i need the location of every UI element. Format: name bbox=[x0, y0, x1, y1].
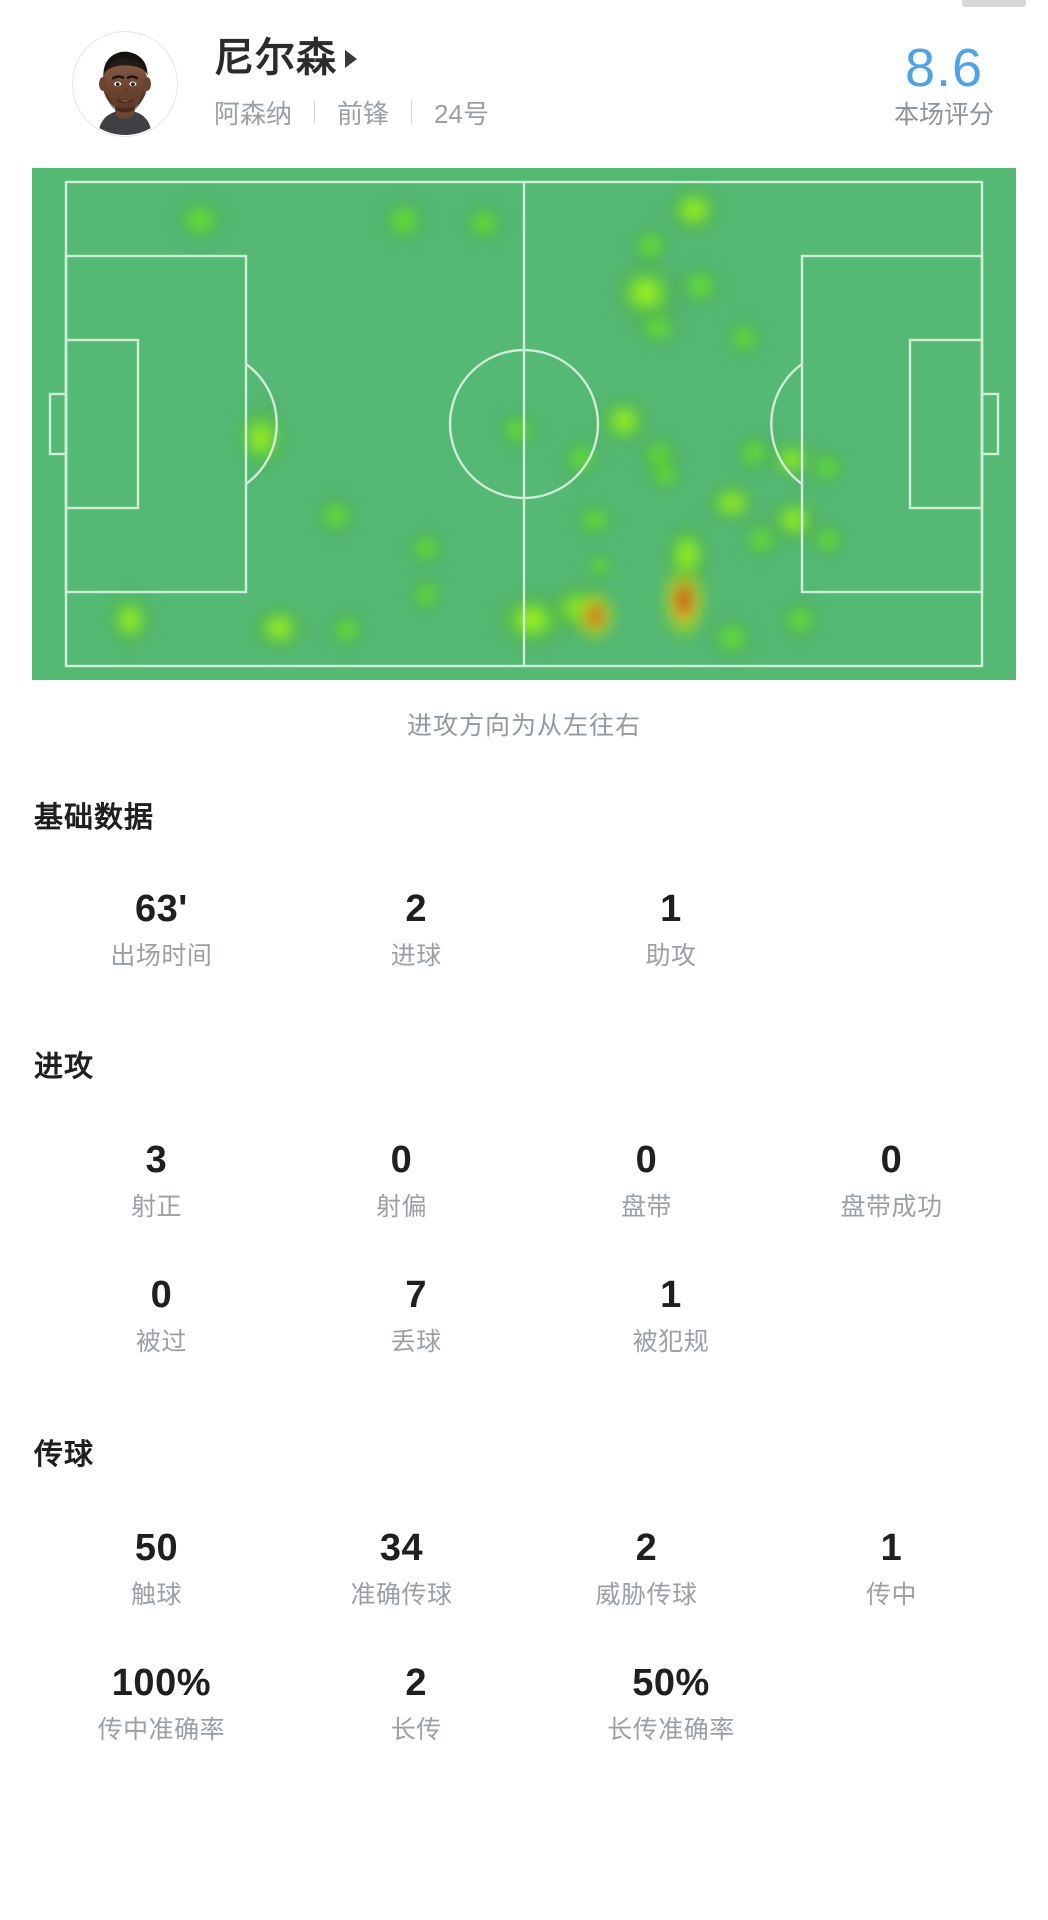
stat-cell: 0 盘带成功 bbox=[769, 1141, 1014, 1220]
stat-label: 助攻 bbox=[645, 942, 697, 970]
stat-cell: 50 触球 bbox=[34, 1529, 279, 1608]
stat-label: 盘带 bbox=[620, 1193, 672, 1221]
stat-label: 丢球 bbox=[390, 1328, 442, 1356]
stat-value: 0 bbox=[150, 1274, 173, 1316]
stat-cell: 0 射偏 bbox=[279, 1141, 524, 1220]
stat-cell: 2 长传 bbox=[289, 1664, 544, 1743]
rating-value: 8.6 bbox=[904, 37, 984, 98]
stat-cell: 1 助攻 bbox=[544, 890, 799, 969]
stat-cell: 1 被犯规 bbox=[544, 1276, 799, 1355]
section-passing-stats: 传球 50 触球 34 准确传球 2 威胁传球 1 传中 100% 传中准确率 bbox=[0, 1431, 1048, 1743]
stat-label: 威胁传球 bbox=[595, 1581, 698, 1609]
pitch-background bbox=[32, 168, 1016, 680]
player-identity: 尼尔森 阿森纳 前锋 24号 bbox=[214, 38, 894, 131]
stat-label: 射偏 bbox=[375, 1193, 427, 1221]
stat-value: 0 bbox=[390, 1139, 413, 1181]
stat-cell: 63' 出场时间 bbox=[34, 890, 289, 969]
stat-cell: 1 传中 bbox=[769, 1529, 1014, 1608]
stat-label: 盘带成功 bbox=[840, 1193, 943, 1221]
basic-stats-row: 63' 出场时间 2 进球 1 助攻 bbox=[34, 890, 798, 969]
stat-cell: 3 射正 bbox=[34, 1141, 279, 1220]
stat-label: 传中准确率 bbox=[97, 1716, 226, 1744]
stat-value: 0 bbox=[880, 1139, 903, 1181]
stat-cell: 0 被过 bbox=[34, 1276, 289, 1355]
section-basic-stats: 基础数据 63' 出场时间 2 进球 1 助攻 bbox=[0, 794, 1048, 969]
stat-cell: 2 威胁传球 bbox=[524, 1529, 769, 1608]
player-header: 尼尔森 阿森纳 前锋 24号 8.6 本场评分 bbox=[0, 0, 1048, 168]
shirt-number: 24号 bbox=[434, 98, 489, 129]
avatar-photo bbox=[73, 32, 177, 136]
stat-label: 进球 bbox=[390, 942, 442, 970]
stat-cell: 7 丢球 bbox=[289, 1276, 544, 1355]
section-title-passing: 传球 bbox=[34, 1439, 95, 1471]
stat-value: 1 bbox=[660, 1274, 682, 1316]
stat-label: 出场时间 bbox=[110, 942, 213, 970]
stat-value: 2 bbox=[405, 888, 428, 930]
rating-label: 本场评分 bbox=[893, 100, 994, 129]
stat-label: 准确传球 bbox=[350, 1581, 453, 1609]
stat-label: 被过 bbox=[135, 1328, 187, 1356]
stat-value: 1 bbox=[660, 888, 682, 930]
player-match-stats-page: 尼尔森 阿森纳 前锋 24号 8.6 本场评分 进攻方向为从左往右 基础数据 6… bbox=[0, 0, 1048, 1920]
meta-divider bbox=[314, 100, 316, 124]
meta-divider bbox=[411, 100, 413, 124]
stat-value: 50% bbox=[632, 1662, 710, 1704]
player-position: 前锋 bbox=[337, 98, 390, 129]
stat-label: 触球 bbox=[130, 1581, 182, 1609]
stat-value: 3 bbox=[145, 1139, 168, 1181]
attack-stats-row-1: 3 射正 0 射偏 0 盘带 0 盘带成功 bbox=[34, 1141, 1014, 1220]
stat-label: 长传准确率 bbox=[607, 1716, 735, 1744]
stat-cell: 2 进球 bbox=[289, 890, 544, 969]
stat-value: 50 bbox=[134, 1527, 179, 1569]
stat-cell: 100% 传中准确率 bbox=[34, 1664, 289, 1743]
attack-stats-row-2: 0 被过 7 丢球 1 被犯规 bbox=[34, 1276, 798, 1355]
section-title-basic: 基础数据 bbox=[34, 802, 155, 834]
stat-value: 34 bbox=[379, 1527, 424, 1569]
chevron-right-icon[interactable] bbox=[345, 50, 357, 68]
stat-label: 长传 bbox=[390, 1716, 442, 1744]
stat-label: 传中 bbox=[865, 1581, 917, 1609]
stat-cell: 0 盘带 bbox=[524, 1141, 769, 1220]
stat-label: 被犯规 bbox=[632, 1328, 710, 1356]
stat-label: 射正 bbox=[130, 1193, 182, 1221]
stat-value: 2 bbox=[635, 1527, 658, 1569]
match-rating: 8.6 本场评分 bbox=[894, 41, 994, 128]
stat-cell: 50% 长传准确率 bbox=[544, 1664, 799, 1743]
player-avatar[interactable] bbox=[72, 31, 178, 137]
heatmap-chart bbox=[32, 168, 1016, 680]
heatmap-caption: 进攻方向为从左往右 bbox=[406, 712, 641, 740]
stat-value: 0 bbox=[635, 1139, 658, 1181]
stat-value: 7 bbox=[405, 1274, 428, 1316]
pitch-markings bbox=[48, 180, 1000, 668]
stat-value: 63' bbox=[134, 888, 188, 930]
stat-value: 1 bbox=[880, 1527, 903, 1569]
stat-value: 100% bbox=[111, 1662, 211, 1704]
passing-stats-row-1: 50 触球 34 准确传球 2 威胁传球 1 传中 bbox=[34, 1529, 1014, 1608]
stat-cell: 34 准确传球 bbox=[279, 1529, 524, 1608]
section-title-attack: 进攻 bbox=[34, 1051, 95, 1083]
stat-value: 2 bbox=[405, 1662, 428, 1704]
team-name: 阿森纳 bbox=[214, 98, 293, 129]
passing-stats-row-2: 100% 传中准确率 2 长传 50% 长传准确率 bbox=[34, 1664, 798, 1743]
page-title: 尼尔森 bbox=[214, 35, 337, 80]
player-name-row[interactable]: 尼尔森 bbox=[214, 38, 894, 78]
section-attack-stats: 进攻 3 射正 0 射偏 0 盘带 0 盘带成功 0 被过 7 丢球 1 被犯规 bbox=[0, 1043, 1048, 1355]
player-meta: 阿森纳 前锋 24号 bbox=[214, 94, 894, 131]
